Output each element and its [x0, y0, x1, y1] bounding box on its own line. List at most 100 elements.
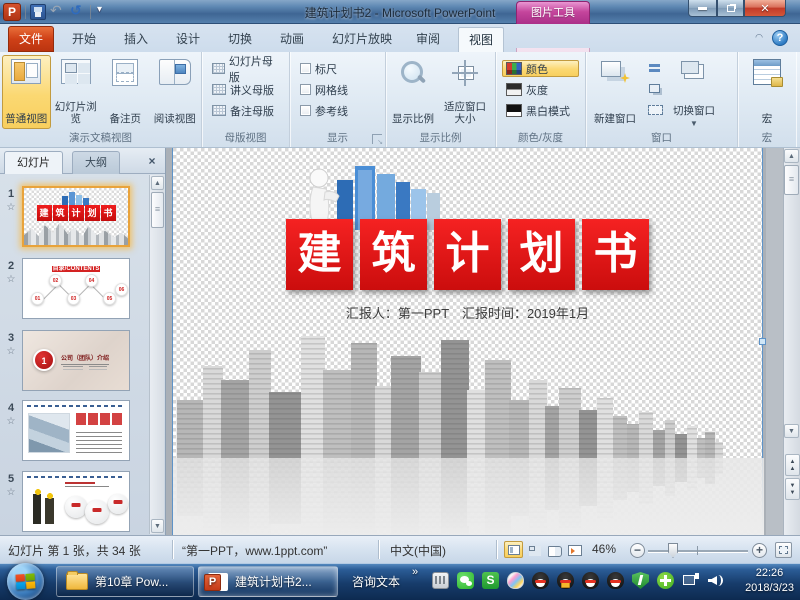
move-split-button[interactable] [645, 101, 663, 115]
gridlines-checkbox[interactable]: 网格线 [296, 81, 379, 98]
show-dialog-launcher[interactable] [372, 134, 382, 144]
green-shield-icon[interactable] [632, 572, 649, 589]
zoom-slider-thumb[interactable] [668, 543, 678, 558]
scroll-down-icon[interactable]: ▼ [151, 519, 164, 533]
fit-to-window-button[interactable]: 适应窗口大小 [439, 55, 491, 129]
slide-thumbnail-5[interactable] [22, 471, 130, 532]
slide-title[interactable]: 建 筑 计 划 书 [173, 219, 762, 290]
slide-master-button[interactable]: 幻灯片母版 [208, 60, 283, 77]
black-white-button[interactable]: 黑白模式 [502, 102, 579, 119]
tab-insert[interactable]: 插入 [114, 27, 158, 52]
slide-thumbnail-4[interactable] [22, 400, 130, 461]
notes-master-button[interactable]: 备注母版 [208, 102, 283, 119]
switch-windows-button[interactable]: 切换窗口 ▼ [666, 55, 722, 129]
wechat-icon[interactable] [457, 572, 474, 589]
tab-home[interactable]: 开始 [62, 27, 106, 52]
tab-file[interactable]: 文件 [8, 26, 54, 52]
group-label: 颜色/灰度 [496, 130, 585, 145]
slide-canvas[interactable]: 建 筑 计 划 书 汇报人：第一PPT 汇报时间：2019年1月 [172, 148, 763, 535]
clock-date: 2018/3/23 [745, 581, 794, 596]
taskbar-item-powerpoint[interactable]: 建筑计划书2... [198, 566, 338, 597]
slide-thumbnail-3[interactable]: 1 公司（团队）介绍 [22, 330, 130, 391]
pane-scrollbar[interactable]: ▲ ▼ [149, 175, 164, 534]
restore-button[interactable] [717, 0, 744, 17]
slide-sorter-button-status[interactable] [524, 541, 543, 558]
macros-button[interactable]: 宏 [742, 55, 792, 129]
tab-animations[interactable]: 动画 [270, 27, 314, 52]
green-s-icon[interactable]: S [482, 572, 499, 589]
scroll-thumb[interactable] [784, 165, 799, 195]
qq-penguin-icon-3[interactable] [582, 572, 599, 589]
zoom-button[interactable]: 显示比例 [388, 55, 438, 129]
next-slide-button[interactable] [785, 478, 800, 500]
close-button[interactable]: ✕ [744, 0, 786, 17]
fit-slide-to-window-button[interactable] [775, 542, 792, 558]
taskbar-item-folder[interactable]: 第10章 Pow... [56, 566, 194, 597]
tab-view[interactable]: 视图 [458, 27, 504, 52]
zoom-in-button[interactable]: + [752, 543, 767, 558]
clock[interactable]: 22:26 2018/3/23 [745, 566, 794, 596]
taskbar-toolbar-label[interactable]: 咨询文本 [352, 573, 400, 590]
ruler-checkbox[interactable]: 标尺 [296, 60, 379, 77]
slide-sorter-button[interactable]: 幻灯片浏览 [52, 55, 101, 129]
zoom-slider-track[interactable] [648, 550, 748, 552]
start-button[interactable] [7, 563, 44, 600]
zoom-out-button[interactable]: − [630, 543, 645, 558]
toc-title: 目录/CONTENTS [23, 263, 129, 272]
qq-penguin-icon-1[interactable] [532, 572, 549, 589]
pane-scroll-thumb[interactable] [151, 192, 164, 228]
previous-slide-button[interactable] [785, 454, 800, 476]
qq-penguin-icon-4[interactable] [607, 572, 624, 589]
color-mode-button[interactable]: 颜色 [502, 60, 579, 77]
scroll-up-icon[interactable]: ▲ [784, 149, 799, 163]
tab-design[interactable]: 设计 [166, 27, 210, 52]
normal-view-button[interactable]: 普通视图 [2, 55, 51, 129]
network-icon[interactable] [682, 572, 699, 589]
window-controls: ✕ [688, 0, 786, 17]
reading-view-button[interactable]: 阅读视图 [151, 55, 200, 129]
slide-counter: 幻灯片 第 1 张，共 34 张 [8, 542, 141, 559]
green-cross-icon[interactable] [657, 572, 674, 589]
guides-checkbox[interactable]: 参考线 [296, 102, 379, 119]
cascade-windows-button[interactable] [645, 81, 663, 95]
scroll-up-icon[interactable]: ▲ [151, 176, 164, 190]
toc-node: 04 [85, 274, 98, 287]
reading-view-button-status[interactable] [544, 541, 563, 558]
scroll-down-icon[interactable]: ▼ [784, 424, 799, 438]
color-icon [506, 62, 522, 75]
slide-thumbnail-2[interactable]: 目录/CONTENTS 01 02 03 04 05 06 [22, 258, 130, 319]
tab-outline[interactable]: 大纲 [72, 151, 120, 174]
status-bar: 幻灯片 第 1 张，共 34 张 “第一PPT，www.1ppt.com” 中文… [0, 535, 800, 563]
vertical-scrollbar[interactable]: ▲ ▼ [783, 148, 800, 535]
collapse-ribbon-icon[interactable]: ◠ [752, 32, 766, 44]
minimize-button[interactable] [688, 0, 717, 17]
animation-star-icon [4, 346, 18, 357]
fit-to-window-icon [451, 59, 479, 87]
volume-icon[interactable] [707, 572, 724, 589]
slide-subtitle[interactable]: 汇报人：第一PPT 汇报时间：2019年1月 [173, 303, 762, 322]
language-indicator[interactable]: 中文(中国) [390, 542, 446, 559]
toolbar-expand-chevron-icon[interactable]: » [412, 566, 418, 578]
group-color-grayscale: 颜色 灰度 黑白模式 颜色/灰度 [496, 52, 586, 147]
close-pane-icon[interactable]: × [144, 154, 160, 169]
qq-penguin-icon-2[interactable] [557, 572, 574, 589]
help-button[interactable]: ? [772, 30, 788, 46]
handout-master-button[interactable]: 讲义母版 [208, 81, 283, 98]
new-window-button[interactable]: 新建窗口 [588, 55, 642, 129]
slide-thumbnail-1[interactable]: 建筑计划书 [22, 186, 130, 247]
tab-slideshow[interactable]: 幻灯片放映 [322, 27, 402, 52]
zoom-percentage[interactable]: 46% [592, 542, 616, 556]
section-title: 公司（团队）介绍 [61, 353, 109, 365]
grayscale-button[interactable]: 灰度 [502, 81, 579, 98]
arrange-all-button[interactable] [645, 61, 663, 75]
tab-review[interactable]: 审阅 [406, 27, 450, 52]
selection-handle[interactable] [759, 338, 766, 345]
keyboard-icon[interactable] [432, 572, 449, 589]
slideshow-button-status[interactable] [564, 541, 583, 558]
notes-page-button[interactable]: 备注页 [101, 55, 150, 129]
normal-view-button-status[interactable] [504, 541, 523, 558]
tab-slides[interactable]: 幻灯片 [4, 151, 63, 174]
group-presentation-views: 普通视图 幻灯片浏览 备注页 阅读视图 演示文稿视图 [0, 52, 202, 147]
tab-transitions[interactable]: 切换 [218, 27, 262, 52]
rainbow-bear-icon[interactable] [507, 572, 524, 589]
